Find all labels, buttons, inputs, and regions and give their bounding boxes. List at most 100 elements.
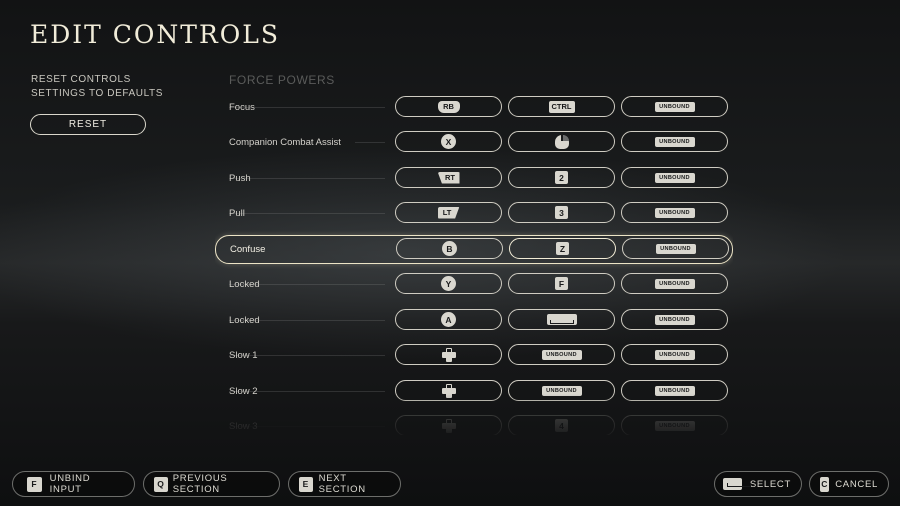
next-section-button[interactable]: E NEXT SECTION bbox=[288, 471, 401, 497]
unbound-icon: UNBOUND bbox=[654, 136, 695, 147]
key-f-icon: F bbox=[27, 476, 42, 492]
keyboard-binding-slot[interactable]: 4 bbox=[508, 415, 615, 435]
unbound-icon: UNBOUND bbox=[655, 243, 696, 254]
key-4-icon: 4 bbox=[555, 419, 568, 432]
key-q-icon: Q bbox=[154, 476, 168, 492]
binding-label: Locked bbox=[229, 279, 260, 290]
cancel-label: CANCEL bbox=[835, 478, 878, 490]
key-z-icon: Z bbox=[556, 242, 569, 255]
binding-row-push[interactable]: Push RT 2 UNBOUND bbox=[215, 164, 733, 193]
y-button-icon: Y bbox=[441, 276, 456, 291]
binding-row-locked[interactable]: Locked Y F UNBOUND bbox=[215, 270, 733, 299]
spacebar-icon bbox=[723, 478, 751, 490]
binding-row-slow-2[interactable]: Slow 2 UNBOUND UNBOUND bbox=[215, 377, 733, 406]
unbound-icon: UNBOUND bbox=[654, 172, 695, 183]
unbound-icon: UNBOUND bbox=[654, 314, 695, 325]
gamepad-binding-slot[interactable] bbox=[395, 344, 502, 365]
ctrl-key-icon: CTRL bbox=[548, 100, 575, 113]
keyboard-binding-slot[interactable]: Z bbox=[509, 238, 616, 259]
alternate-binding-slot[interactable]: UNBOUND bbox=[621, 131, 728, 152]
key-e-icon: E bbox=[299, 476, 313, 492]
alternate-binding-slot[interactable]: UNBOUND bbox=[621, 380, 728, 401]
reset-description-line: RESET CONTROLS bbox=[31, 74, 131, 85]
gamepad-binding-slot[interactable]: RT bbox=[395, 167, 502, 188]
section-title: FORCE POWERS bbox=[229, 73, 335, 87]
binding-label: Focus bbox=[229, 102, 255, 113]
dpad-up-icon bbox=[441, 383, 456, 398]
binding-label: Slow 3 bbox=[229, 421, 258, 432]
gamepad-binding-slot[interactable]: Y bbox=[395, 273, 502, 294]
unbound-icon: UNBOUND bbox=[654, 278, 695, 289]
keyboard-binding-slot[interactable]: 3 bbox=[508, 202, 615, 223]
unbound-icon: UNBOUND bbox=[654, 420, 695, 431]
alternate-binding-slot[interactable]: UNBOUND bbox=[621, 344, 728, 365]
keyboard-binding-slot[interactable] bbox=[508, 309, 615, 330]
lt-trigger-icon: LT bbox=[437, 206, 460, 219]
gamepad-binding-slot[interactable] bbox=[395, 380, 502, 401]
dpad-up-icon bbox=[441, 347, 456, 362]
binding-row-slow-3[interactable]: Slow 3 4 UNBOUND bbox=[215, 412, 733, 435]
key-c-icon: C bbox=[820, 476, 830, 492]
gamepad-binding-slot[interactable] bbox=[395, 415, 502, 435]
gamepad-binding-slot[interactable]: X bbox=[395, 131, 502, 152]
previous-section-label: PREVIOUS SECTION bbox=[172, 473, 228, 495]
binding-label: Pull bbox=[229, 208, 245, 219]
binding-label: Push bbox=[229, 173, 251, 184]
b-button-icon: B bbox=[442, 241, 457, 256]
unbound-icon: UNBOUND bbox=[541, 385, 582, 396]
select-label: SELECT bbox=[749, 478, 791, 490]
keyboard-binding-slot[interactable]: CTRL bbox=[508, 96, 615, 117]
key-2-icon: 2 bbox=[555, 171, 568, 184]
previous-section-button[interactable]: Q PREVIOUS SECTION bbox=[143, 471, 280, 497]
reset-description: RESET CONTROLS SETTINGS TO DEFAULTS bbox=[31, 73, 201, 101]
gamepad-binding-slot[interactable]: B bbox=[396, 238, 503, 259]
keyboard-binding-slot[interactable]: F bbox=[508, 273, 615, 294]
page-title: EDIT CONTROLS bbox=[30, 20, 281, 49]
keyboard-binding-slot[interactable]: 2 bbox=[508, 167, 615, 188]
gamepad-binding-slot[interactable]: A bbox=[395, 309, 502, 330]
gamepad-binding-slot[interactable]: LT bbox=[395, 202, 502, 223]
spacebar-icon bbox=[546, 314, 577, 325]
a-button-icon: A bbox=[441, 312, 456, 327]
unbound-icon: UNBOUND bbox=[541, 349, 582, 360]
key-3-icon: 3 bbox=[555, 206, 568, 219]
x-button-icon: X bbox=[441, 134, 456, 149]
keyboard-binding-slot[interactable] bbox=[508, 131, 615, 152]
reset-button[interactable]: RESET bbox=[30, 114, 146, 135]
alternate-binding-slot[interactable]: UNBOUND bbox=[621, 273, 728, 294]
row-divider bbox=[229, 213, 385, 214]
alternate-binding-slot[interactable]: UNBOUND bbox=[621, 96, 728, 117]
reset-description-line: SETTINGS TO DEFAULTS bbox=[31, 88, 164, 99]
alternate-binding-slot[interactable]: UNBOUND bbox=[621, 167, 728, 188]
rt-trigger-icon: RT bbox=[437, 171, 460, 184]
unbound-icon: UNBOUND bbox=[654, 101, 695, 112]
unbound-icon: UNBOUND bbox=[654, 349, 695, 360]
next-section-label: NEXT SECTION bbox=[318, 473, 366, 495]
binding-row-focus[interactable]: Focus RB CTRL UNBOUND bbox=[215, 93, 733, 122]
alternate-binding-slot[interactable]: UNBOUND bbox=[621, 202, 728, 223]
unbound-icon: UNBOUND bbox=[654, 385, 695, 396]
keyboard-binding-slot[interactable]: UNBOUND bbox=[508, 380, 615, 401]
binding-label: Confuse bbox=[230, 244, 266, 255]
unbound-icon: UNBOUND bbox=[654, 207, 695, 218]
binding-row-pull[interactable]: Pull LT 3 UNBOUND bbox=[215, 199, 733, 228]
binding-label: Slow 2 bbox=[229, 386, 258, 397]
binding-row-locked-2[interactable]: Locked A UNBOUND bbox=[215, 306, 733, 335]
cancel-button[interactable]: C CANCEL bbox=[809, 471, 889, 497]
unbind-input-label: UNBIND INPUT bbox=[49, 473, 91, 495]
keyboard-binding-slot[interactable]: UNBOUND bbox=[508, 344, 615, 365]
alternate-binding-slot[interactable]: UNBOUND bbox=[621, 415, 728, 435]
key-f-icon: F bbox=[555, 277, 568, 290]
row-divider bbox=[355, 142, 385, 143]
bindings-list: Focus RB CTRL UNBOUND Companion Combat A… bbox=[215, 90, 733, 435]
binding-row-confuse[interactable]: Confuse B Z UNBOUND bbox=[215, 235, 733, 264]
dpad-up-icon bbox=[441, 418, 456, 433]
binding-row-slow-1[interactable]: Slow 1 UNBOUND UNBOUND bbox=[215, 341, 733, 370]
binding-label: Locked bbox=[229, 315, 260, 326]
unbind-input-button[interactable]: F UNBIND INPUT bbox=[12, 471, 135, 497]
alternate-binding-slot[interactable]: UNBOUND bbox=[621, 309, 728, 330]
alternate-binding-slot[interactable]: UNBOUND bbox=[622, 238, 729, 259]
binding-row-companion-combat-assist[interactable]: Companion Combat Assist X UNBOUND bbox=[215, 128, 733, 157]
select-button[interactable]: SELECT bbox=[714, 471, 802, 497]
gamepad-binding-slot[interactable]: RB bbox=[395, 96, 502, 117]
